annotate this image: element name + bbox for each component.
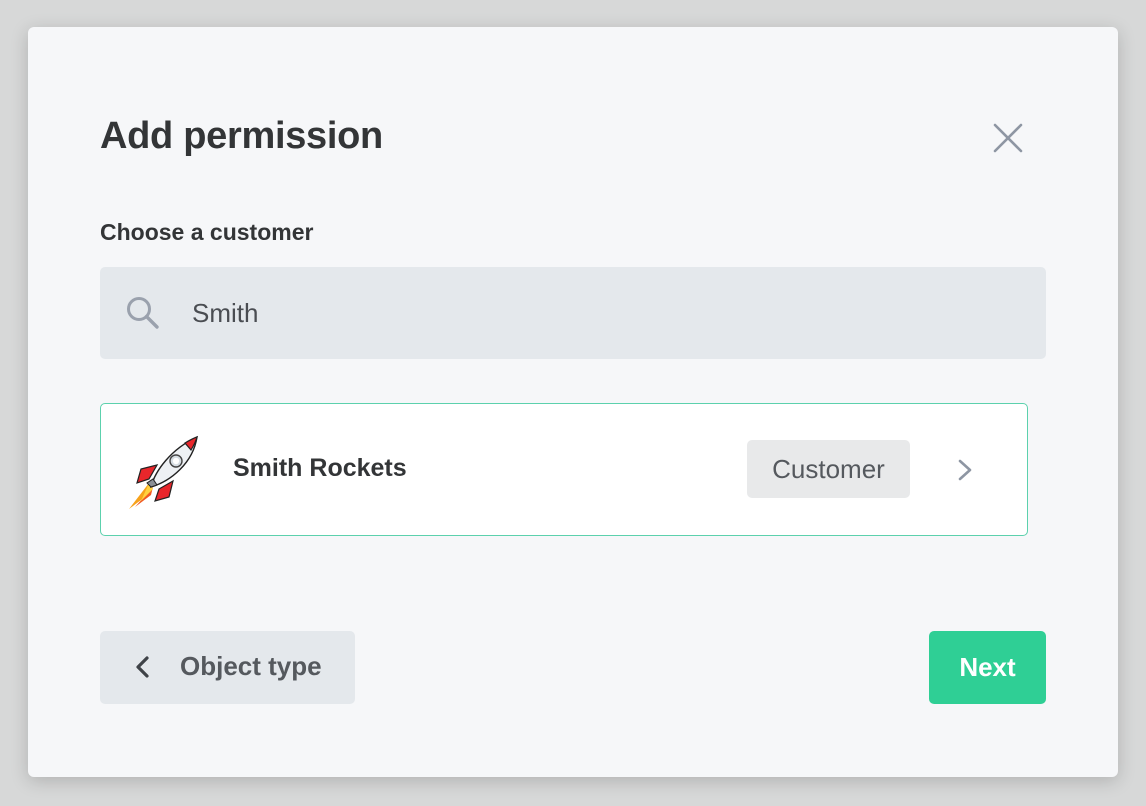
customer-search-box[interactable] [100, 267, 1046, 359]
chevron-right-icon [958, 459, 972, 481]
customer-name: Smith Rockets [233, 454, 407, 482]
rocket-icon [129, 435, 198, 509]
customer-search-input[interactable] [192, 267, 1022, 359]
back-button-label: Object type [180, 651, 322, 681]
close-icon [993, 123, 1023, 153]
search-icon [127, 297, 159, 329]
add-permission-dialog: Add permission Choose a customer Smith S… [28, 27, 1118, 777]
dialog-title: Add permission [100, 115, 383, 157]
back-button[interactable]: Object type [100, 631, 355, 704]
customer-result-item[interactable]: Smith Rockets Customer [100, 403, 1028, 536]
next-button[interactable]: Next [929, 631, 1046, 704]
chevron-left-icon [136, 656, 149, 678]
customer-type-badge: Customer [747, 440, 910, 498]
close-button[interactable] [988, 118, 1028, 158]
customer-picker-label: Choose a customer [100, 219, 314, 245]
